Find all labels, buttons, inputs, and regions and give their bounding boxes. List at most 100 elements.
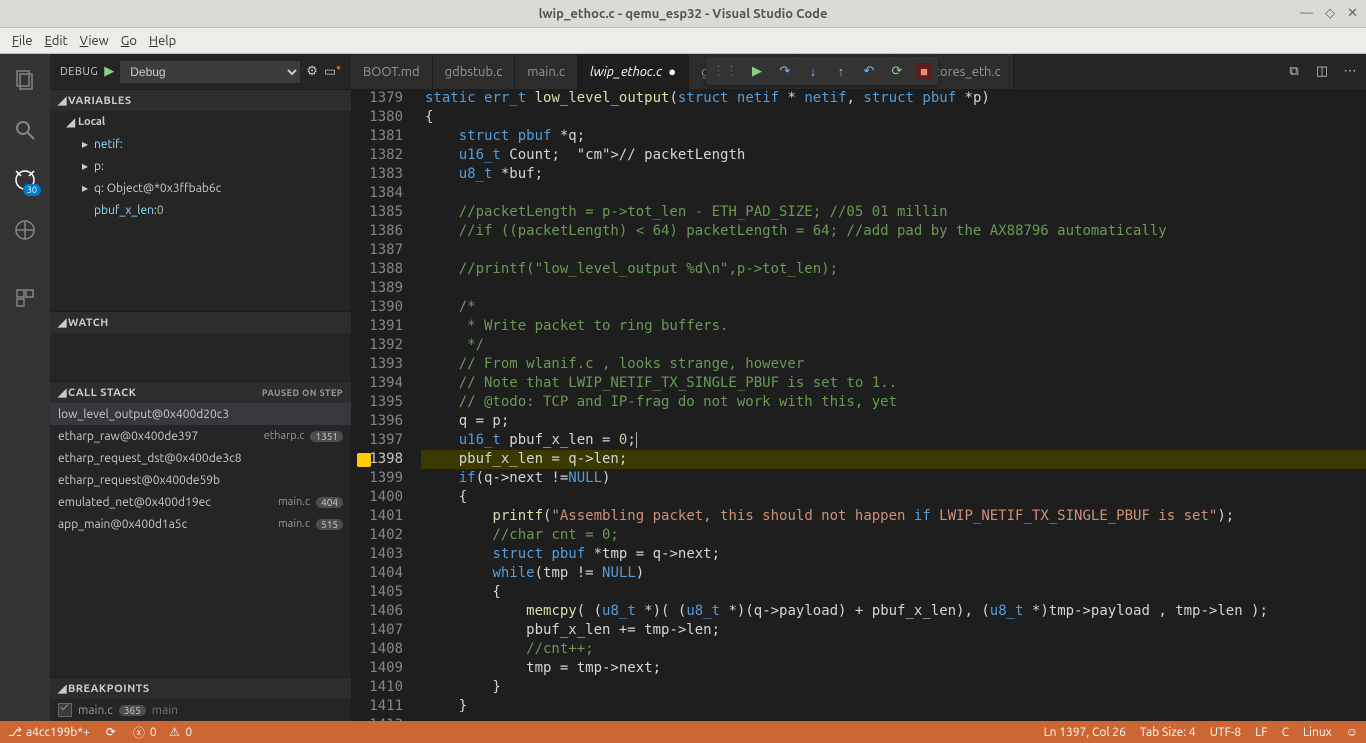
menu-help[interactable]: Help [145,32,180,50]
code-line[interactable]: //printf("low_level_output %d\n",p->tot_… [421,260,1366,279]
code-line[interactable]: u16_t Count; "cm">// packetLength [421,146,1366,165]
step-out-icon[interactable]: ↑ [832,62,850,80]
line-number[interactable]: 1393 [351,355,403,374]
window-minimize-icon[interactable]: — [1300,6,1313,21]
code-line[interactable]: // From wlanif.c , looks strange, howeve… [421,355,1366,374]
line-number[interactable]: 1406 [351,602,403,621]
line-number[interactable]: 1391 [351,317,403,336]
code-line[interactable]: */ [421,336,1366,355]
callstack-frame[interactable]: low_level_output@0x400d20c3 [50,403,351,425]
line-number[interactable]: 1385 [351,203,403,222]
line-number[interactable]: 1403 [351,545,403,564]
step-over-icon[interactable]: ↷ [776,62,794,80]
editor-tab[interactable]: BOOT.md [351,54,433,89]
variable-row[interactable]: pbuf_x_len: 0 [50,199,351,221]
window-maximize-icon[interactable]: ◇ [1325,6,1335,21]
problems-button[interactable]: ⓧ0 ⚠0 [132,725,192,739]
callstack-frame[interactable]: emulated_net@0x400d19ecmain.c404 [50,491,351,513]
line-number[interactable]: 1379 [351,89,403,108]
variable-row[interactable]: ▸netif: [50,133,351,155]
code-line[interactable]: struct pbuf *q; [421,127,1366,146]
continue-icon[interactable]: ▶ [748,62,766,80]
line-number[interactable]: 1386 [351,222,403,241]
code-line[interactable]: { [421,583,1366,602]
editor-tab[interactable]: main.c [515,54,578,89]
editor-tab[interactable]: gdbstub.c [433,54,516,89]
drag-handle-icon[interactable]: ⋮⋮ [712,64,738,79]
line-number[interactable]: 1409 [351,659,403,678]
editor-tab[interactable]: lwip_ethoc.c● [578,54,689,89]
line-number[interactable]: 1407 [351,621,403,640]
code-line[interactable]: q = p; [421,412,1366,431]
code-line[interactable]: //char cnt = 0; [421,526,1366,545]
breakpoints-section-header[interactable]: ◢ BREAKPOINTS [50,677,351,699]
line-number[interactable]: 1399 [351,469,403,488]
debug-config-select[interactable]: Debug [120,61,300,83]
line-number[interactable]: 1405 [351,583,403,602]
line-number[interactable]: 1383 [351,165,403,184]
step-back-icon[interactable]: ↶ [860,62,878,80]
code-line[interactable]: pbuf_x_len = q->len; [421,450,1366,469]
debug-start-icon[interactable]: ▶ [104,64,114,79]
variables-section-header[interactable]: ◢ VARIABLES [50,89,351,111]
line-number[interactable]: 1401 [351,507,403,526]
code-line[interactable]: { [421,488,1366,507]
sync-button[interactable]: ⟳ [104,725,118,739]
eol[interactable]: LF [1255,726,1267,739]
window-close-icon[interactable]: ✕ [1347,6,1358,21]
code-line[interactable]: static err_t low_level_output(struct net… [421,89,1366,108]
code-line[interactable]: if(q->next !=NULL) [421,469,1366,488]
line-number[interactable]: 1387 [351,241,403,260]
code-line[interactable]: /* [421,298,1366,317]
line-number[interactable]: 1388 [351,260,403,279]
compare-icon[interactable]: ⧉ [1286,64,1302,80]
menu-view[interactable]: View [76,32,113,50]
git-branch[interactable]: ⎇a4cc199b*+ [8,725,90,739]
code-line[interactable]: * Write packet to ring buffers. [421,317,1366,336]
code-line[interactable]: //packetLength = p->tot_len - ETH_PAD_SI… [421,203,1366,222]
code-line[interactable]: //if ((packetLength) < 64) packetLength … [421,222,1366,241]
step-into-icon[interactable]: ↓ [804,62,822,80]
callstack-frame[interactable]: etharp_request@0x400de59b [50,469,351,491]
line-number[interactable]: 1380 [351,108,403,127]
code-line[interactable]: printf("Assembling packet, this should n… [421,507,1366,526]
explorer-icon[interactable] [11,66,39,94]
code-line[interactable]: while(tmp != NULL) [421,564,1366,583]
variable-row[interactable]: ▸p: [50,155,351,177]
menu-file[interactable]: File [8,32,37,50]
language-mode[interactable]: C [1282,726,1289,739]
os-indicator[interactable]: Linux [1303,726,1332,739]
callstack-section-header[interactable]: ◢ CALL STACK PAUSED ON STEP [50,381,351,403]
line-number[interactable]: 1410 [351,678,403,697]
code-line[interactable] [421,241,1366,260]
code-line[interactable] [421,716,1366,721]
code-line[interactable]: // @todo: TCP and IP-frag do not work wi… [421,393,1366,412]
menu-edit[interactable]: Edit [41,32,72,50]
debug-settings-icon[interactable]: ⚙ [306,64,318,79]
line-number[interactable]: 1390 [351,298,403,317]
watch-section-header[interactable]: ◢ WATCH [50,311,351,333]
line-number[interactable]: 1382 [351,146,403,165]
code-line[interactable]: pbuf_x_len += tmp->len; [421,621,1366,640]
debug-toolbar[interactable]: ⋮⋮ ▶ ↷ ↓ ↑ ↶ ⟳ ■ [706,57,938,85]
feedback-icon[interactable]: ☺ [1346,725,1358,739]
code-line[interactable]: u16_t pbuf_x_len = 0; [421,431,1366,450]
restart-icon[interactable]: ⟳ [888,62,906,80]
debug-console-icon[interactable]: ▭● [324,63,341,79]
line-number[interactable]: 1381 [351,127,403,146]
callstack-frame[interactable]: etharp_request_dst@0x400de3c8 [50,447,351,469]
search-icon[interactable] [11,116,39,144]
code-line[interactable]: u8_t *buf; [421,165,1366,184]
code-line[interactable]: memcpy( (u8_t *)( (u8_t *)(q->payload) +… [421,602,1366,621]
line-number[interactable]: 1384 [351,184,403,203]
line-number[interactable]: 1412 [351,716,403,721]
line-number[interactable]: 1411 [351,697,403,716]
local-scope[interactable]: ◢Local [50,111,351,133]
split-editor-icon[interactable]: ◫ [1314,64,1330,80]
extensions-icon[interactable] [11,216,39,244]
menu-go[interactable]: Go [117,32,141,50]
line-number[interactable]: 1408 [351,640,403,659]
stop-icon[interactable]: ■ [916,63,932,79]
callstack-frame[interactable]: etharp_raw@0x400de397etharp.c1351 [50,425,351,447]
tab-size[interactable]: Tab Size: 4 [1140,726,1196,739]
